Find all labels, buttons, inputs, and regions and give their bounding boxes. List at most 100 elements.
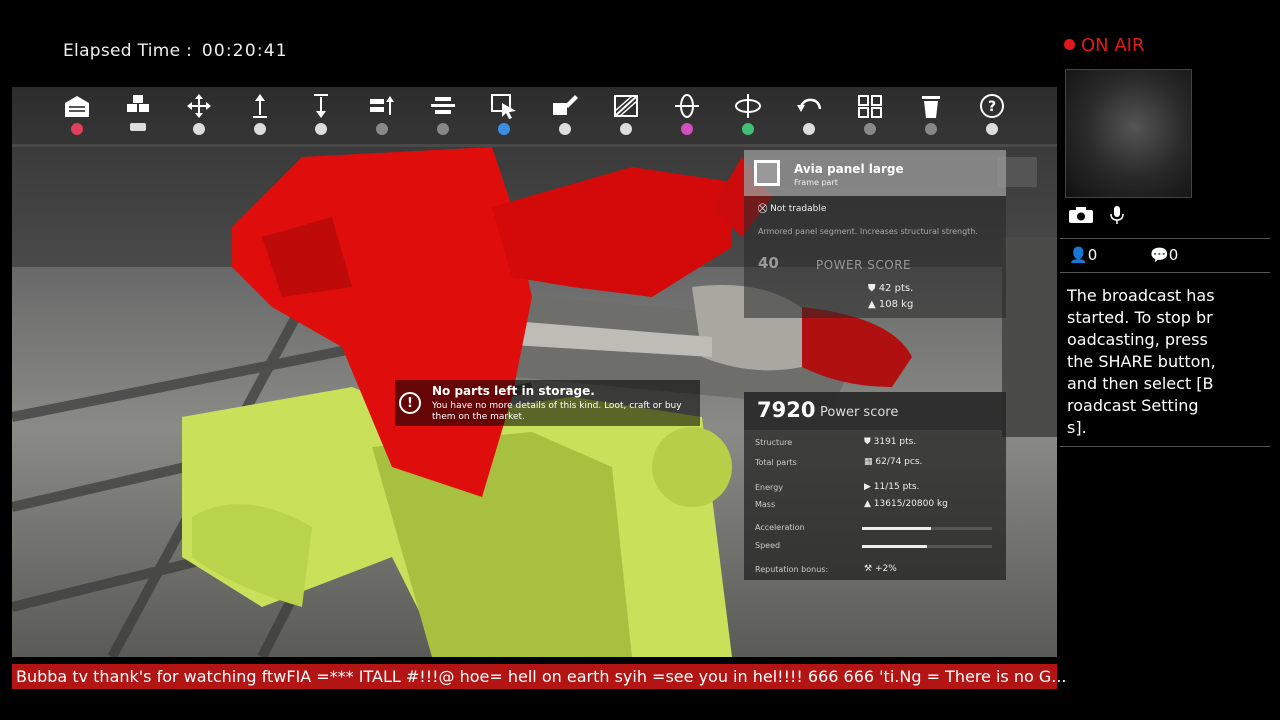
viewer-count: 👤0 <box>1069 246 1097 264</box>
part-stat-mass-value: 108 kg <box>878 299 914 310</box>
tool-move[interactable] <box>179 93 219 139</box>
elapsed-time: Elapsed Time : 00:20:41 <box>63 41 288 61</box>
tool-paint[interactable] <box>545 93 585 139</box>
comment-count-value: 0 <box>1168 246 1179 264</box>
tool-garage[interactable] <box>57 93 97 139</box>
stat-value: ⛊ 3191 pts. <box>864 437 917 447</box>
paint-icon <box>553 95 578 115</box>
touchpad-button-icon <box>130 123 146 131</box>
rotate-vertical-icon <box>675 94 699 118</box>
on-air-label: ON AIR <box>1081 35 1145 56</box>
garage-icon <box>65 96 89 117</box>
circle-button-icon <box>71 123 83 135</box>
l1-button-icon <box>559 123 571 135</box>
tool-parts[interactable] <box>118 93 158 139</box>
tool-trash[interactable] <box>911 93 951 139</box>
stat-value: ▦ 62/74 pcs. <box>864 457 923 467</box>
tool-lower[interactable] <box>301 93 341 139</box>
dpad-button-icon <box>437 123 449 135</box>
stat-label: Structure <box>755 438 793 447</box>
r1-button-icon <box>620 123 632 135</box>
move-icon <box>187 94 211 118</box>
microphone-icon[interactable] <box>1109 205 1125 225</box>
left-stick-button-icon <box>193 123 205 135</box>
reputation-icon: ⚒ <box>864 564 875 574</box>
part-stat-structure: ⛊ 42 pts. <box>868 283 913 294</box>
tool-rotate-vertical[interactable] <box>667 93 707 139</box>
comment-count: 💬0 <box>1150 246 1178 264</box>
acceleration-bar <box>862 527 992 530</box>
part-info-card: Avia panel large Frame part ⛒ Not tradab… <box>744 150 1006 318</box>
trade-status: ⛒ Not tradable <box>758 204 826 214</box>
warning-icon: ! <box>399 392 421 414</box>
part-thumbnail <box>754 160 780 186</box>
trash-icon <box>922 96 940 118</box>
tool-raise[interactable] <box>240 93 280 139</box>
lower-icon <box>314 94 328 118</box>
tool-help[interactable]: ? <box>972 93 1012 139</box>
square-button-icon <box>681 123 693 135</box>
r2-button-icon <box>315 123 327 135</box>
storage-notice: ! No parts left in storage. You have no … <box>395 380 700 426</box>
notice-title: No parts left in storage. <box>432 384 595 398</box>
part-info-header: Avia panel large Frame part <box>744 150 1006 196</box>
l2-button-icon <box>803 123 815 135</box>
grid-icon <box>858 95 882 118</box>
chat-ticker: Bubba tv thank's for watching ftwFIA =**… <box>12 664 1067 689</box>
part-score-label: POWER SCORE <box>816 258 912 272</box>
speed-bar <box>862 545 992 548</box>
tool-select-part[interactable] <box>484 93 524 139</box>
build-toolbar: ? <box>12 87 1057 144</box>
dpad-button-icon <box>376 123 388 135</box>
part-description: Armored panel segment. Increases structu… <box>758 227 978 236</box>
blueprint-icon <box>614 95 638 117</box>
game-viewport[interactable]: ? Avia panel large Frame part ⛒ Not trad… <box>12 87 1057 657</box>
r3-button-icon <box>986 123 998 135</box>
shield-icon: ⛊ <box>864 437 874 447</box>
reputation-value: ⚒ +2% <box>864 564 897 574</box>
energy-icon: ▶ <box>864 482 874 492</box>
comments-icon: 💬 <box>1150 246 1169 264</box>
sidebar-divider <box>1060 238 1270 239</box>
part-subtitle: Frame part <box>794 178 838 187</box>
stat-value: ▶ 11/15 pts. <box>864 482 920 492</box>
broadcast-controls <box>1068 204 1135 225</box>
parts-stack-icon <box>127 95 149 112</box>
raise-icon <box>253 94 267 118</box>
speed-label: Speed <box>755 541 781 550</box>
stat-label: Energy <box>755 483 784 492</box>
dpad-button-icon <box>864 123 876 135</box>
select-part-icon <box>491 94 516 119</box>
trade-status-label: Not tradable <box>770 204 827 214</box>
part-title: Avia panel large <box>794 162 904 176</box>
tool-grid[interactable] <box>850 93 890 139</box>
elapsed-time-label: Elapsed Time : <box>63 41 193 61</box>
power-score-header: 7920 Power score <box>744 392 1006 430</box>
tool-align-up[interactable] <box>362 93 402 139</box>
align-up-icon <box>370 96 394 115</box>
tool-undo[interactable] <box>789 93 829 139</box>
camera-preview <box>1065 69 1192 198</box>
shield-icon: ⛊ <box>868 283 876 294</box>
rotate-horizontal-icon <box>735 94 761 118</box>
tool-rotate-horizontal[interactable] <box>728 93 768 139</box>
reputation-label: Reputation bonus: <box>755 565 829 574</box>
power-score-value: 7920 <box>757 398 816 422</box>
undo-icon <box>797 98 822 112</box>
power-score-label: Power score <box>820 405 899 420</box>
acceleration-label: Acceleration <box>755 523 805 532</box>
ticker-text: Bubba tv thank's for watching ftwFIA =**… <box>16 667 1067 686</box>
stat-label: Total parts <box>755 458 797 467</box>
help-icon: ? <box>980 94 1004 118</box>
tool-blueprint[interactable] <box>606 93 646 139</box>
sidebar-divider <box>1060 272 1270 273</box>
camera-icon[interactable] <box>1068 206 1094 224</box>
broadcast-message: The broadcast has started. To stop broad… <box>1067 286 1216 437</box>
dpad-button-icon <box>925 123 937 135</box>
parts-icon: ▦ <box>864 457 876 467</box>
triangle-button-icon <box>742 123 754 135</box>
not-tradable-icon: ⛒ <box>758 204 768 214</box>
svg-text:?: ? <box>988 99 996 115</box>
elapsed-time-value: 00:20:41 <box>201 41 288 61</box>
tool-align-center[interactable] <box>423 93 463 139</box>
